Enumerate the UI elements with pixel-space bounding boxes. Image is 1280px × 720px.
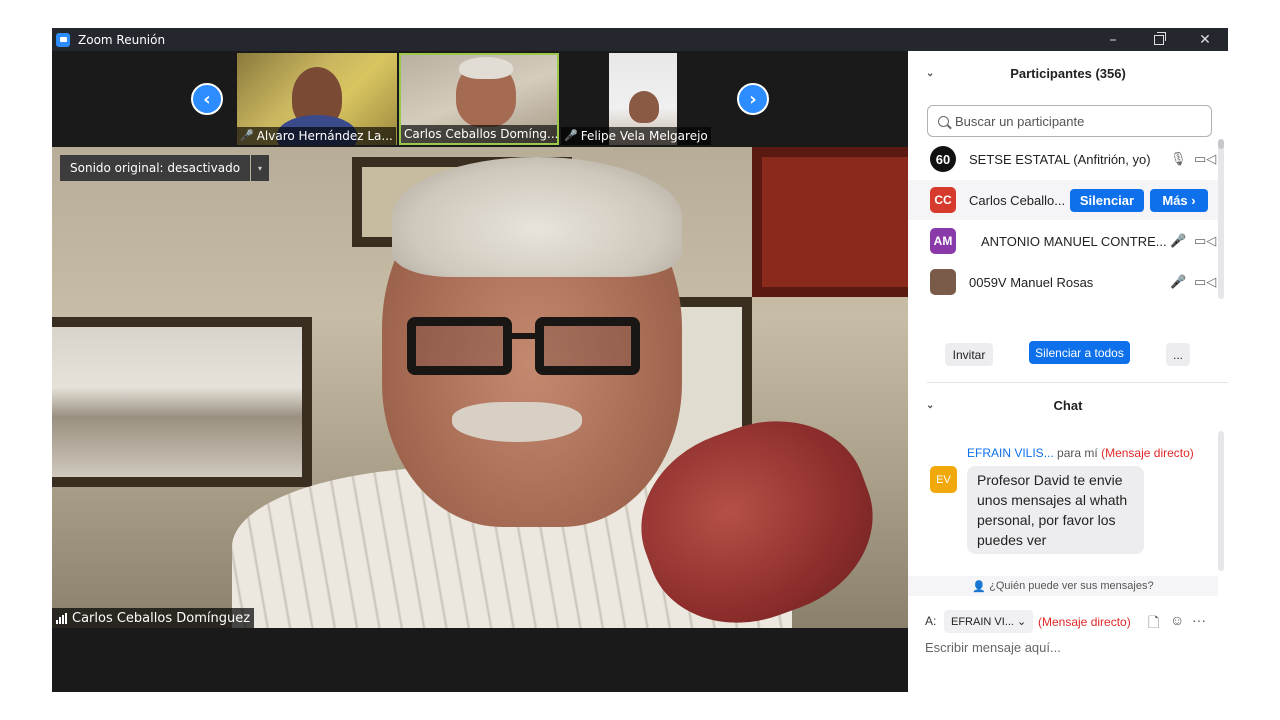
avatar-photo <box>930 269 956 295</box>
wall-picture-frame <box>52 317 312 487</box>
wall-picture-frame <box>752 147 908 297</box>
message-recipient: para mí <box>1057 446 1098 460</box>
signal-strength-icon <box>56 612 67 624</box>
avatar: AM <box>930 228 956 254</box>
mic-muted-icon[interactable]: 🎤 <box>1170 274 1186 290</box>
zoom-window: Zoom Reunión – ✕ ‹ 🎤 Alvaro Hernández La… <box>52 28 1228 692</box>
thumbnail-video-active-speaker[interactable]: Carlos Ceballos Domíng... <box>399 53 559 145</box>
thumbnail-video[interactable]: 🎤 Felipe Vela Melgarejo <box>561 53 721 145</box>
more-icon[interactable]: ··· <box>1192 612 1206 628</box>
avatar: CC <box>930 187 956 213</box>
restore-button[interactable] <box>1136 28 1182 51</box>
participants-title: Participantes (356) <box>1010 65 1126 81</box>
chat-message-input[interactable] <box>925 640 1215 655</box>
thumbnail-label: 🎤 Alvaro Hernández La... <box>237 127 396 145</box>
participant-search-input[interactable] <box>955 113 1205 129</box>
thumbnail-label: Carlos Ceballos Domíng... <box>401 125 557 143</box>
emoji-icon[interactable]: ☺ <box>1170 612 1184 628</box>
participant-list-scrollbar-thumb[interactable] <box>1218 139 1224 149</box>
participant-row[interactable]: AM ANTONIO MANUEL CONTRE... 🎤 ▭◁ <box>908 221 1218 261</box>
chat-scrollbar[interactable] <box>1218 431 1224 571</box>
participant-name: Carlos Ceballo... <box>969 192 1066 208</box>
mute-participant-button[interactable]: Silenciar <box>1070 188 1144 212</box>
recipient-type: (Mensaje directo) <box>1038 615 1131 629</box>
message-bubble: Profesor David te envie unos mensajes al… <box>967 466 1144 554</box>
mic-muted-icon: 🎤 <box>564 129 578 142</box>
video-camera-off-icon[interactable]: ▭◁ <box>1194 274 1216 290</box>
speaker-glasses <box>407 317 647 377</box>
chat-title: Chat <box>1053 397 1083 413</box>
chat-header: ⌄ Chat <box>908 386 1228 424</box>
who-can-see-messages[interactable]: 👤 ¿Quién puede ver sus mensajes? <box>908 576 1218 596</box>
participant-name: SETSE ESTATAL (Anfitrión, yo) <box>969 151 1151 167</box>
invite-button[interactable]: Invitar <box>945 343 993 366</box>
recipient-dropdown[interactable]: EFRAIN VI... ⌄ <box>944 610 1034 633</box>
zoom-logo-icon <box>56 32 70 47</box>
original-sound-control: Sonido original: desactivado ▾ <box>60 155 270 181</box>
previous-page-button[interactable]: ‹ <box>191 83 223 115</box>
speaker-mustache <box>452 402 582 442</box>
avatar: EV <box>930 466 957 493</box>
message-sender[interactable]: EFRAIN VILIS... <box>967 446 1054 460</box>
message-type: (Mensaje directo) <box>1101 446 1194 460</box>
speaker-name-tag: Carlos Ceballos Domínguez <box>52 608 255 628</box>
next-page-button[interactable]: › <box>737 83 769 115</box>
participant-actions: Invitar Silenciar a todos ... <box>908 341 1228 371</box>
mic-muted-icon[interactable]: 🎤 <box>1170 233 1186 249</box>
divider <box>927 382 1228 383</box>
participant-name: 0059V Manuel Rosas <box>969 274 1094 290</box>
chevron-down-icon[interactable]: ▾ <box>251 155 270 181</box>
participant-list-scrollbar-track[interactable] <box>1218 139 1224 299</box>
mic-muted-icon: 🎤 <box>240 129 254 142</box>
chat-recipient-row: A: EFRAIN VI... ⌄ (Mensaje directo) 🗋 ☺ … <box>908 609 1228 634</box>
more-options-button[interactable]: ... <box>1166 343 1190 366</box>
side-panel: ⌄ Participantes (356) 60 SETSE ESTATAL (… <box>908 51 1228 692</box>
participant-figure <box>629 91 659 123</box>
thumbnail-video[interactable]: 🎤 Alvaro Hernández La... <box>237 53 397 145</box>
more-participant-options-button[interactable]: Más › <box>1150 188 1208 212</box>
file-icon[interactable]: 🗋 <box>1148 612 1159 636</box>
participant-hair <box>459 57 513 79</box>
participant-list: 60 SETSE ESTATAL (Anfitrión, yo) 🎙 ▭◁ CC… <box>908 139 1228 301</box>
participants-header: ⌄ Participantes (356) <box>908 54 1228 92</box>
main-speaker-video[interactable]: Sonido original: desactivado ▾ Carlos Ce… <box>52 147 908 628</box>
minimize-button[interactable]: – <box>1090 28 1136 51</box>
video-camera-off-icon[interactable]: ▭◁ <box>1194 233 1216 249</box>
video-camera-icon[interactable]: ▭◁ <box>1194 151 1216 167</box>
participant-name: ANTONIO MANUEL CONTRE... <box>981 233 1167 249</box>
mute-all-button[interactable]: Silenciar a todos <box>1029 341 1130 364</box>
to-label: A: <box>925 614 937 628</box>
participant-row[interactable]: CC Carlos Ceballo... Silenciar Más › <box>908 180 1218 220</box>
chevron-down-icon[interactable]: ⌄ <box>926 68 934 79</box>
thumbnail-label: 🎤 Felipe Vela Melgarejo <box>561 127 711 145</box>
title-bar: Zoom Reunión – ✕ <box>52 28 1228 51</box>
original-sound-button[interactable]: Sonido original: desactivado <box>60 155 251 181</box>
message-header: EFRAIN VILIS... para mí (Mensaje directo… <box>967 446 1194 460</box>
speaker-hair <box>392 157 682 277</box>
thumbnail-strip: ‹ 🎤 Alvaro Hernández La... Carlos Ceball… <box>52 51 908 147</box>
person-icon: 👤 <box>972 580 987 593</box>
participant-row[interactable]: 0059V Manuel Rosas 🎤 ▭◁ <box>908 262 1218 302</box>
microphone-icon[interactable]: 🎙 <box>1170 151 1187 167</box>
restore-icon <box>1154 31 1166 45</box>
close-button[interactable]: ✕ <box>1182 28 1228 51</box>
video-area: ‹ 🎤 Alvaro Hernández La... Carlos Ceball… <box>52 51 908 692</box>
search-icon <box>938 115 949 127</box>
avatar: 60 <box>930 146 956 172</box>
chevron-down-icon[interactable]: ⌄ <box>926 400 934 411</box>
window-title: Zoom Reunión <box>78 32 166 47</box>
participant-search[interactable] <box>927 105 1212 137</box>
participant-row[interactable]: 60 SETSE ESTATAL (Anfitrión, yo) 🎙 ▭◁ <box>908 139 1218 179</box>
